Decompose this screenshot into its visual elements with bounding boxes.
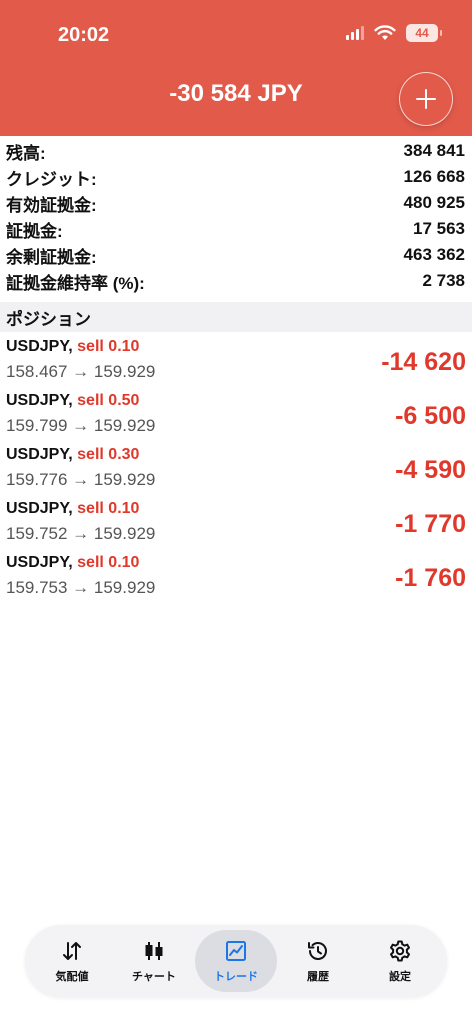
position-row[interactable]: USDJPY, sell 0.10 159.753 → 159.929 -1 7… <box>0 552 472 606</box>
summary-row-balance: 残高: 384 841 <box>0 138 472 164</box>
header-bar: 20:02 44 -30 584 JPY <box>0 0 472 136</box>
wifi-icon <box>374 25 396 40</box>
position-profit: -6 500 <box>395 402 466 430</box>
position-prices: 159.776 → 159.929 <box>6 470 156 489</box>
tab-label: 設定 <box>389 970 411 983</box>
summary-row-free-margin: 余剰証拠金: 463 362 <box>0 242 472 268</box>
summary-row-credit: クレジット: 126 668 <box>0 164 472 190</box>
battery-icon: 44 <box>406 24 442 42</box>
position-side: sell 0.10 <box>77 554 140 571</box>
position-profit: -1 770 <box>395 510 466 538</box>
summary-label: 残高: <box>6 143 46 163</box>
tab-label: 履歴 <box>307 970 329 983</box>
account-summary: 残高: 384 841 クレジット: 126 668 有効証拠金: 480 92… <box>0 138 472 294</box>
position-symbol: USDJPY, <box>6 392 73 409</box>
position-symbol: USDJPY, <box>6 500 73 517</box>
tab-chart[interactable]: チャート <box>113 930 195 992</box>
position-row[interactable]: USDJPY, sell 0.30 159.776 → 159.929 -4 5… <box>0 444 472 498</box>
position-side: sell 0.10 <box>77 338 140 355</box>
summary-row-equity: 有効証拠金: 480 925 <box>0 190 472 216</box>
position-symbol: USDJPY, <box>6 338 73 355</box>
positions-list: USDJPY, sell 0.10 158.467 → 159.929 -14 … <box>0 336 472 606</box>
summary-label: クレジット: <box>6 169 97 189</box>
position-prices: 159.752 → 159.929 <box>6 524 156 543</box>
tab-quotes[interactable]: 気配値 <box>31 930 113 992</box>
position-symbol: USDJPY, <box>6 446 73 463</box>
settings-icon <box>390 940 410 961</box>
tab-label: 気配値 <box>55 970 89 983</box>
tab-trade[interactable]: トレード <box>195 930 277 992</box>
summary-label: 有効証拠金: <box>6 195 97 215</box>
tab-label: トレード <box>214 970 258 983</box>
position-row[interactable]: USDJPY, sell 0.10 158.467 → 159.929 -14 … <box>0 336 472 390</box>
position-side: sell 0.10 <box>77 500 140 517</box>
summary-row-margin-level: 証拠金維持率 (%): 2 738 <box>0 268 472 294</box>
tab-settings[interactable]: 設定 <box>359 930 441 992</box>
cellular-signal-icon <box>346 26 364 40</box>
tab-history[interactable]: 履歴 <box>277 930 359 992</box>
position-prices: 159.799 → 159.929 <box>6 416 156 435</box>
position-row[interactable]: USDJPY, sell 0.10 159.752 → 159.929 -1 7… <box>0 498 472 552</box>
summary-value: 17 563 <box>413 219 465 238</box>
summary-value: 463 362 <box>403 245 465 264</box>
summary-value: 384 841 <box>403 141 465 160</box>
summary-row-margin: 証拠金: 17 563 <box>0 216 472 242</box>
status-time: 20:02 <box>58 24 110 46</box>
bottom-tab-bar: 気配値 チャート トレード 履歴 設定 <box>25 925 447 997</box>
position-profit: -1 760 <box>395 564 466 592</box>
summary-label: 証拠金維持率 (%): <box>6 273 145 293</box>
quotes-icon <box>63 941 81 960</box>
history-icon <box>308 941 327 960</box>
positions-section-header: ポジション <box>0 302 472 332</box>
position-side: sell 0.30 <box>77 446 140 463</box>
position-symbol: USDJPY, <box>6 554 73 571</box>
summary-value: 2 738 <box>422 271 465 290</box>
summary-label: 証拠金: <box>6 221 63 241</box>
tab-label: チャート <box>132 970 176 983</box>
position-row[interactable]: USDJPY, sell 0.50 159.799 → 159.929 -6 5… <box>0 390 472 444</box>
position-prices: 158.467 → 159.929 <box>6 362 156 381</box>
position-profit: -4 590 <box>395 456 466 484</box>
position-side: sell 0.50 <box>77 392 140 409</box>
position-profit: -14 620 <box>381 348 466 376</box>
trade-icon <box>226 940 246 961</box>
plus-icon <box>416 89 436 109</box>
summary-value: 480 925 <box>403 193 465 212</box>
position-prices: 159.753 → 159.929 <box>6 578 156 597</box>
new-order-button[interactable] <box>399 72 453 126</box>
summary-value: 126 668 <box>403 167 465 186</box>
summary-label: 余剰証拠金: <box>6 247 97 267</box>
status-icons: 44 <box>346 24 442 42</box>
chart-icon <box>145 941 163 960</box>
